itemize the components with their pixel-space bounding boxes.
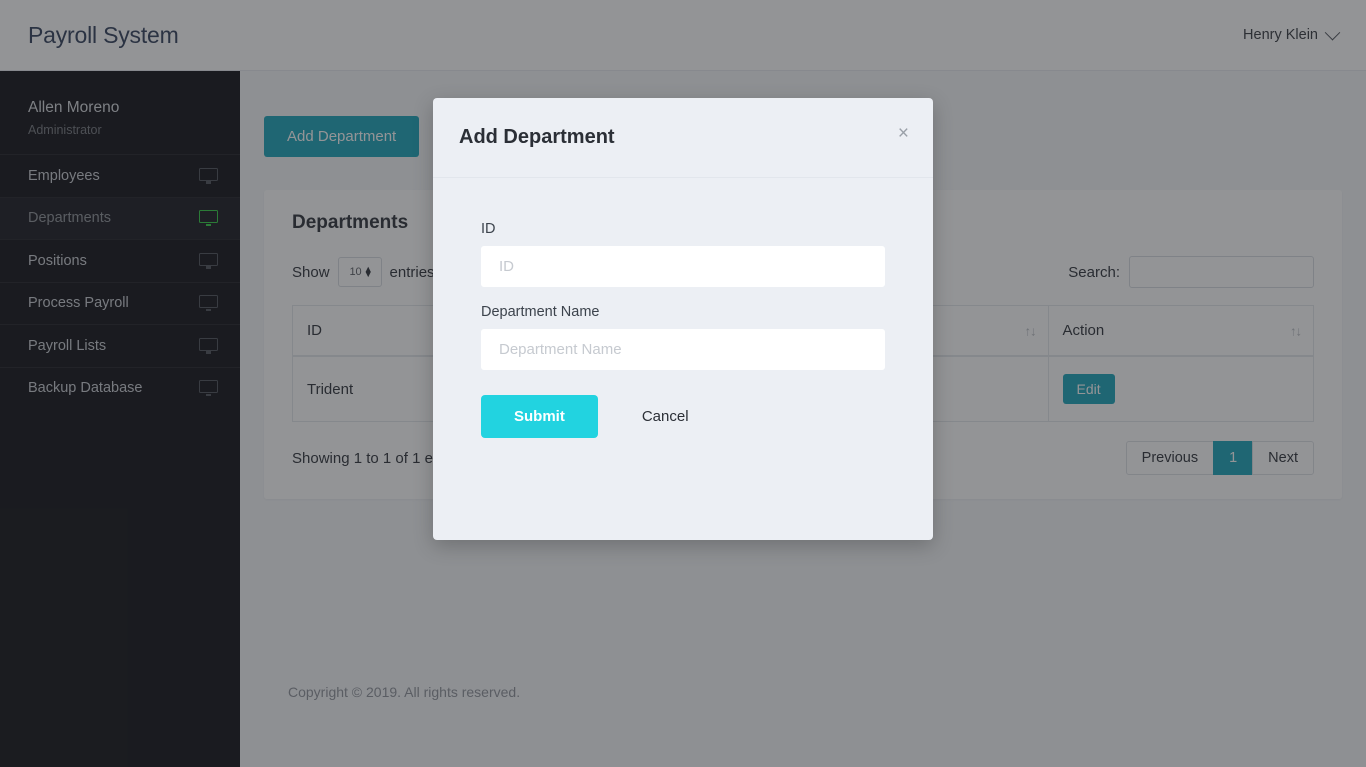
- department-name-input[interactable]: [481, 329, 885, 370]
- id-input[interactable]: [481, 246, 885, 287]
- cancel-button[interactable]: Cancel: [642, 408, 689, 425]
- modal-actions: Submit Cancel: [481, 395, 885, 438]
- modal-header: Add Department ×: [433, 98, 933, 178]
- close-icon[interactable]: ×: [894, 120, 913, 147]
- field-id: ID: [481, 221, 885, 287]
- modal-body: ID Department Name Submit Cancel: [433, 178, 933, 438]
- field-department-name: Department Name: [481, 304, 885, 370]
- field-label-department-name: Department Name: [481, 304, 600, 320]
- add-department-modal: Add Department × ID Department Name Subm…: [433, 98, 933, 540]
- submit-button[interactable]: Submit: [481, 395, 598, 438]
- app-root: Payroll System Henry Klein Allen Moreno …: [0, 0, 1366, 767]
- modal-title: Add Department: [459, 126, 615, 148]
- field-label-id: ID: [481, 221, 496, 237]
